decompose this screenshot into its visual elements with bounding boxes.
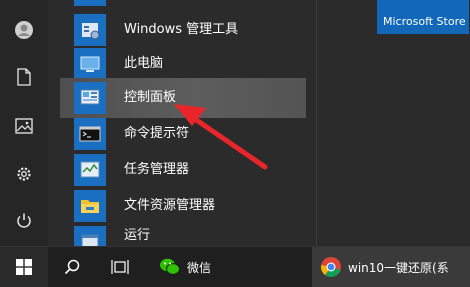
taskbar-wechat[interactable]: 微信 — [150, 247, 220, 287]
documents-button[interactable] — [0, 57, 48, 97]
menu-item-cmd[interactable]: 命令提示符 — [60, 114, 306, 154]
menu-item-label: 命令提示符 — [124, 126, 190, 141]
search-button[interactable] — [56, 247, 88, 287]
settings-button[interactable] — [0, 154, 48, 194]
menu-item-run[interactable]: 运行 — [60, 222, 306, 246]
power-button[interactable] — [0, 201, 48, 241]
menu-item-label: 运行 — [124, 228, 151, 243]
file-explorer-icon — [74, 190, 106, 222]
task-view-button[interactable] — [104, 247, 136, 287]
search-icon — [64, 259, 80, 275]
admin-tools-icon — [74, 14, 106, 46]
documents-icon — [17, 68, 31, 86]
user-avatar-icon — [15, 21, 33, 39]
control-panel-icon — [74, 82, 106, 114]
task-view-icon — [111, 260, 129, 274]
tiles-area: Microsoft Store — [317, 0, 470, 246]
list-item-partial[interactable] — [60, 0, 306, 10]
menu-item-file-explorer[interactable]: 文件资源管理器 — [60, 186, 306, 226]
microsoft-store-tile[interactable]: Microsoft Store — [377, 0, 469, 34]
cmd-icon — [74, 118, 106, 150]
this-pc-icon — [74, 48, 106, 80]
menu-item-label: 控制面板 — [124, 90, 177, 105]
wechat-icon — [159, 258, 180, 275]
tile-label: Microsoft Store — [383, 15, 466, 28]
windows-logo-icon — [16, 259, 32, 275]
menu-item-task-manager[interactable]: 任务管理器 — [60, 150, 306, 190]
app-tile-icon — [74, 0, 106, 6]
power-icon — [17, 213, 31, 228]
wechat-label: 微信 — [186, 260, 211, 275]
user-avatar-button[interactable] — [0, 10, 48, 50]
pictures-icon — [15, 118, 33, 134]
taskbar: 微信 win10一键还原(系 — [0, 246, 470, 287]
chrome-icon — [320, 257, 341, 277]
app-list-panel: Windows 管理工具 此电脑 控制面板 命令提示符 任务管理器 文件资源管理… — [48, 0, 316, 246]
settings-icon — [17, 167, 31, 181]
start-button[interactable] — [0, 247, 48, 287]
chrome-window-label: win10一键还原(系 — [348, 260, 449, 275]
run-icon — [74, 226, 106, 246]
taskbar-chrome-window[interactable]: win10一键还原(系 — [312, 247, 470, 287]
menu-item-label: 任务管理器 — [124, 162, 190, 177]
task-manager-icon — [74, 154, 106, 186]
menu-item-control-panel[interactable]: 控制面板 — [60, 78, 306, 118]
start-left-rail — [0, 0, 48, 246]
pictures-button[interactable] — [0, 106, 48, 146]
